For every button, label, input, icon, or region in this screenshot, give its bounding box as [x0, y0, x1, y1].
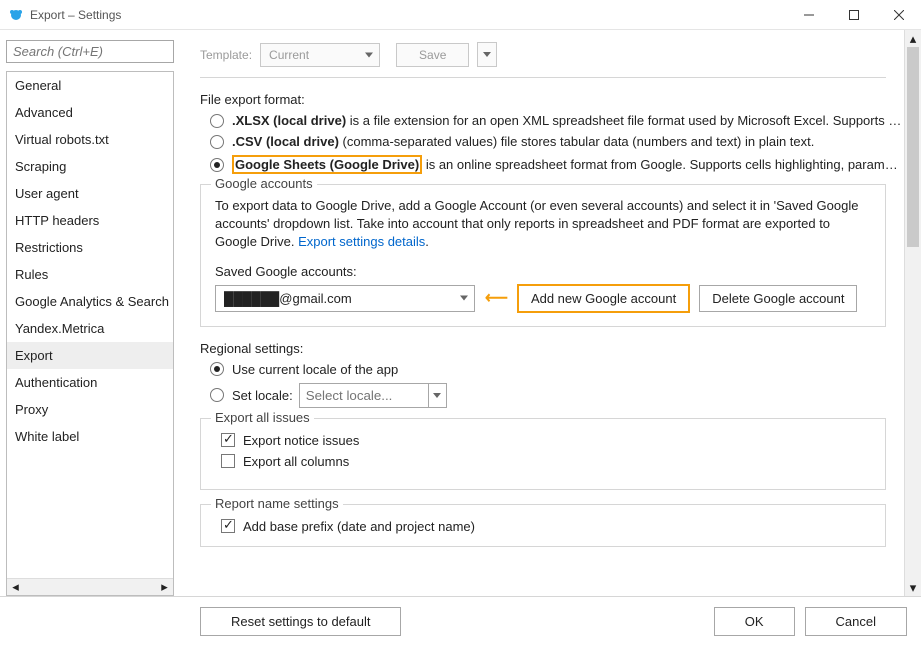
report-name-settings-fieldset: Report name settings Add base prefix (da…: [200, 504, 886, 547]
template-save-button[interactable]: Save: [396, 43, 469, 67]
titlebar: Export – Settings: [0, 0, 921, 30]
sidebar-h-scrollbar[interactable]: ◂ ▸: [7, 578, 173, 595]
minimize-button[interactable]: [786, 0, 831, 30]
checkbox-icon[interactable]: [221, 433, 235, 447]
export-all-issues-fieldset: Export all issues Export notice issues E…: [200, 418, 886, 490]
checkbox-icon[interactable]: [221, 519, 235, 533]
sidebar-item-http-headers[interactable]: HTTP headers: [7, 207, 173, 234]
delete-google-account-button[interactable]: Delete Google account: [699, 285, 857, 312]
sidebar-item-general[interactable]: General: [7, 72, 173, 99]
checkbox-icon[interactable]: [221, 454, 235, 468]
chevron-down-icon: [483, 52, 491, 57]
app-icon: [8, 7, 24, 23]
close-button[interactable]: [876, 0, 921, 30]
scroll-left-icon[interactable]: ◂: [7, 579, 24, 595]
sidebar-item-user-agent[interactable]: User agent: [7, 180, 173, 207]
radio-icon[interactable]: [210, 388, 224, 402]
fieldset-legend: Export all issues: [211, 410, 314, 425]
scroll-down-icon[interactable]: ▾: [905, 579, 921, 596]
sidebar-item-scraping[interactable]: Scraping: [7, 153, 173, 180]
add-base-prefix-check[interactable]: Add base prefix (date and project name): [221, 519, 871, 534]
export-notice-issues-check[interactable]: Export notice issues: [221, 433, 871, 448]
template-save-split[interactable]: [477, 42, 497, 67]
maximize-button[interactable]: [831, 0, 876, 30]
scrollbar-thumb[interactable]: [907, 47, 919, 247]
add-google-account-button[interactable]: Add new Google account: [518, 285, 689, 312]
export-all-columns-check[interactable]: Export all columns: [221, 454, 871, 469]
content-v-scrollbar[interactable]: ▴ ▾: [904, 30, 921, 596]
radio-icon[interactable]: [210, 362, 224, 376]
template-row: Template: Current Save: [200, 42, 904, 67]
scroll-up-icon[interactable]: ▴: [905, 30, 921, 47]
template-label: Template:: [200, 48, 252, 62]
scroll-right-icon[interactable]: ▸: [156, 579, 173, 595]
sidebar-item-yandex[interactable]: Yandex.Metrica: [7, 315, 173, 342]
saved-accounts-label: Saved Google accounts:: [215, 264, 871, 279]
locale-select[interactable]: [299, 383, 429, 408]
window-title: Export – Settings: [30, 8, 121, 22]
chevron-down-icon: [460, 296, 468, 301]
cancel-button[interactable]: Cancel: [805, 607, 907, 636]
ok-button[interactable]: OK: [714, 607, 795, 636]
radio-icon[interactable]: [210, 114, 224, 128]
search-input[interactable]: [13, 44, 167, 59]
reset-settings-button[interactable]: Reset settings to default: [200, 607, 401, 636]
sidebar: General Advanced Virtual robots.txt Scra…: [0, 30, 180, 596]
radio-icon[interactable]: [210, 135, 224, 149]
sidebar-item-virtual-robots[interactable]: Virtual robots.txt: [7, 126, 173, 153]
sidebar-item-authentication[interactable]: Authentication: [7, 369, 173, 396]
file-export-format-label: File export format:: [200, 92, 904, 107]
divider: [200, 77, 886, 78]
ga-description: To export data to Google Drive, add a Go…: [215, 197, 871, 252]
export-settings-details-link[interactable]: Export settings details: [298, 234, 425, 249]
sidebar-item-white-label[interactable]: White label: [7, 423, 173, 450]
sidebar-item-rules[interactable]: Rules: [7, 261, 173, 288]
fieldset-legend: Google accounts: [211, 176, 317, 191]
sidebar-item-advanced[interactable]: Advanced: [7, 99, 173, 126]
chevron-down-icon: [433, 393, 441, 398]
locale-caret[interactable]: [429, 383, 447, 408]
template-select[interactable]: Current: [260, 43, 380, 67]
sidebar-item-export[interactable]: Export: [7, 342, 173, 369]
regional-option-current[interactable]: Use current locale of the app: [210, 362, 904, 377]
fef-option-google-sheets[interactable]: Google Sheets (Google Drive) is an onlin…: [210, 155, 904, 174]
fef-option-csv[interactable]: .CSV (local drive) (comma-separated valu…: [210, 134, 904, 149]
regional-settings-label: Regional settings:: [200, 341, 904, 356]
chevron-down-icon: [365, 52, 373, 57]
google-accounts-fieldset: Google accounts To export data to Google…: [200, 184, 886, 327]
search-input-wrap[interactable]: [6, 40, 174, 63]
fieldset-legend: Report name settings: [211, 496, 343, 511]
sidebar-item-ga-sc[interactable]: Google Analytics & Search Co: [7, 288, 173, 315]
arrow-left-icon: ⟵: [485, 288, 508, 308]
sidebar-item-restrictions[interactable]: Restrictions: [7, 234, 173, 261]
regional-option-set-locale[interactable]: Set locale:: [210, 383, 904, 408]
radio-icon[interactable]: [210, 158, 224, 172]
footer: Reset settings to default OK Cancel: [0, 596, 921, 646]
saved-accounts-select[interactable]: ██████@gmail.com: [215, 285, 475, 312]
sidebar-item-proxy[interactable]: Proxy: [7, 396, 173, 423]
nav-list: General Advanced Virtual robots.txt Scra…: [6, 71, 174, 596]
fef-option-xlsx[interactable]: .XLSX (local drive) is a file extension …: [210, 113, 904, 128]
